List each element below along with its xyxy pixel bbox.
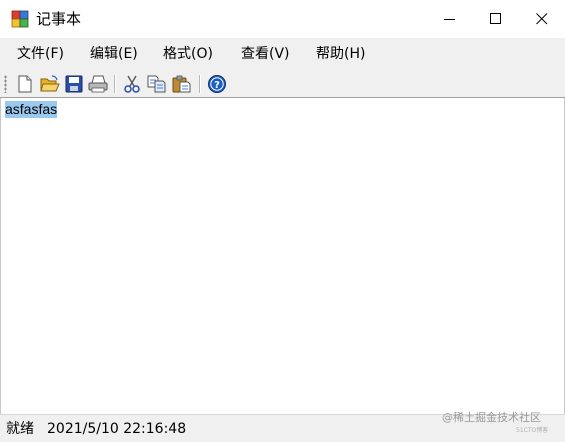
new-button[interactable]	[14, 73, 36, 95]
menu-file[interactable]: 文件(F)	[17, 38, 64, 70]
status-state: 就绪	[6, 421, 34, 437]
menu-format[interactable]: 格式(O)	[163, 38, 213, 70]
text-editor[interactable]: asfasfas	[0, 98, 565, 414]
help-button[interactable]: ?	[206, 73, 228, 95]
notepad-window: 记事本 文件(F) 编辑(E) 格式(O) 查看(V) 帮助(H) ? asfa…	[0, 0, 565, 442]
cut-icon	[124, 75, 140, 93]
menu-view[interactable]: 查看(V)	[241, 38, 290, 70]
menu-bar: 文件(F) 编辑(E) 格式(O) 查看(V) 帮助(H)	[0, 38, 565, 70]
print-icon	[88, 75, 108, 93]
menu-help[interactable]: 帮助(H)	[316, 38, 365, 70]
toolbar-separator	[114, 75, 116, 93]
new-file-icon	[18, 75, 32, 93]
save-disk-icon	[65, 75, 83, 93]
toolbar-grip[interactable]	[4, 75, 7, 93]
help-icon: ?	[208, 75, 226, 93]
app-icon[interactable]	[11, 10, 29, 28]
copy-icon	[147, 75, 166, 93]
window-title: 记事本	[36, 10, 82, 28]
editor-content[interactable]: asfasfas	[5, 101, 58, 118]
paste-button[interactable]	[171, 73, 193, 95]
watermark: @稀土掘金技术社区	[442, 411, 541, 424]
status-datetime: 2021/5/10 22:16:48	[47, 421, 187, 437]
close-icon	[536, 13, 548, 25]
cut-button[interactable]	[121, 73, 143, 95]
minimize-icon	[444, 19, 455, 20]
maximize-icon	[490, 13, 501, 24]
maximize-button[interactable]	[473, 0, 519, 38]
open-button[interactable]	[39, 73, 61, 95]
save-button[interactable]	[63, 73, 85, 95]
minimize-button[interactable]	[427, 0, 473, 38]
watermark-sub: 51CTO博客	[516, 427, 549, 434]
title-bar[interactable]: 记事本	[0, 0, 565, 38]
close-button[interactable]	[519, 0, 565, 38]
menu-edit[interactable]: 编辑(E)	[90, 38, 138, 70]
toolbar-separator	[199, 75, 201, 93]
open-folder-icon	[40, 75, 60, 92]
svg-text:?: ?	[214, 80, 220, 91]
paste-icon	[172, 75, 191, 93]
copy-button[interactable]	[146, 73, 168, 95]
toolbar: ?	[0, 70, 565, 98]
print-button[interactable]	[87, 73, 109, 95]
